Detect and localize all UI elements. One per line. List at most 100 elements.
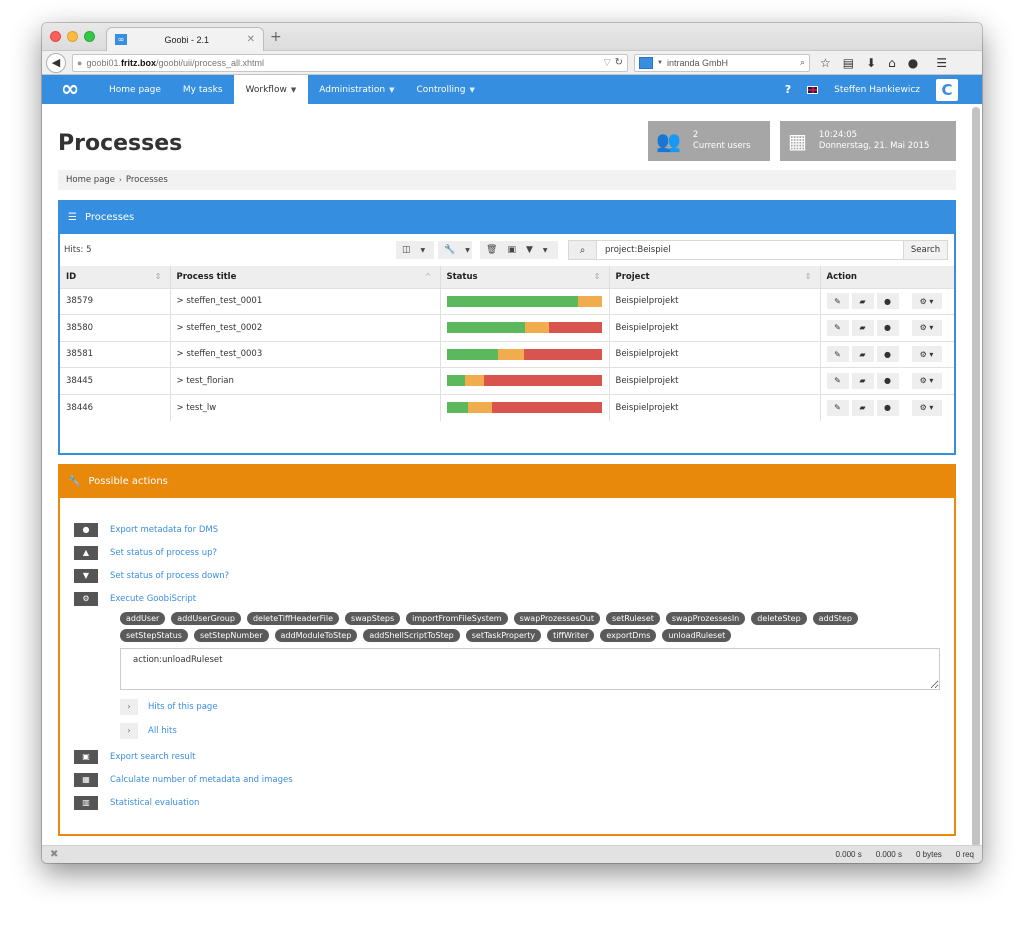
- action-row[interactable]: ▣ Export search result: [74, 745, 940, 768]
- goobiscript-command-badge[interactable]: addModuleToStep: [274, 629, 358, 642]
- menu-icon[interactable]: ☰: [936, 56, 947, 70]
- home-icon[interactable]: ⌂: [888, 56, 896, 70]
- breadcrumb-home[interactable]: Home page: [66, 175, 115, 185]
- action-link[interactable]: Calculate number of metadata and images: [110, 775, 293, 785]
- goobiscript-textarea[interactable]: action:unloadRuleset: [120, 648, 940, 690]
- goobiscript-command-badge[interactable]: exportDms: [600, 629, 657, 642]
- gear-dropdown-icon[interactable]: ⚙ ▾: [911, 399, 942, 416]
- edit-icon[interactable]: ✎: [826, 399, 849, 416]
- magnifier-icon[interactable]: ⌕: [800, 57, 805, 68]
- globe-icon[interactable]: ●: [876, 346, 899, 363]
- action-link[interactable]: Export metadata for DMS: [110, 525, 218, 535]
- goobiscript-command-badge[interactable]: addUser: [120, 612, 166, 625]
- goobiscript-command-badge[interactable]: addStep: [812, 612, 858, 625]
- help-icon[interactable]: ?: [785, 83, 791, 96]
- goobiscript-command-badge[interactable]: swapProzessesIn: [665, 612, 746, 625]
- column-header-project[interactable]: Project ⇕: [609, 266, 821, 288]
- process-title[interactable]: > steffen_test_0003: [170, 340, 441, 368]
- action-row[interactable]: ▼ Set status of process down?: [74, 564, 940, 587]
- save-icon[interactable]: ▣: [507, 245, 516, 255]
- goobiscript-command-badge[interactable]: deleteTiffHeaderFile: [246, 612, 340, 625]
- nav-controlling[interactable]: Controlling ▼: [405, 75, 485, 104]
- search-engine-logo-icon[interactable]: [639, 56, 653, 69]
- action-link[interactable]: Set status of process up?: [110, 548, 217, 558]
- goobiscript-command-badge[interactable]: unloadRuleset: [662, 629, 732, 642]
- url-field[interactable]: ● goobi01.fritz.box/goobi/uii/process_al…: [72, 53, 628, 72]
- goobi-logo-icon[interactable]: ∞: [42, 75, 98, 104]
- globe-icon[interactable]: ●: [876, 399, 899, 416]
- process-title[interactable]: > test_lw: [170, 393, 441, 421]
- goobiscript-command-badge[interactable]: tiffWriter: [547, 629, 595, 642]
- maximize-window-button[interactable]: [84, 31, 95, 42]
- column-header-id[interactable]: ID ⇕: [60, 266, 171, 288]
- gear-dropdown-icon[interactable]: ⚙ ▾: [911, 293, 942, 310]
- reading-list-icon[interactable]: ▤: [843, 56, 854, 70]
- action-row[interactable]: ⚙ Execute GoobiScript: [74, 587, 940, 610]
- gear-dropdown-icon[interactable]: ⚙ ▾: [911, 319, 942, 336]
- nav-my-tasks[interactable]: My tasks: [172, 75, 234, 104]
- nav-home-page[interactable]: Home page: [98, 75, 172, 104]
- browser-search-field[interactable]: ▼ intranda GmbH ⌕: [634, 53, 810, 72]
- english-flag-icon[interactable]: [807, 85, 819, 94]
- reload-icon[interactable]: ↻: [615, 57, 623, 68]
- globe-icon[interactable]: ●: [876, 372, 899, 389]
- user-avatar[interactable]: C: [936, 78, 958, 101]
- book-icon[interactable]: ▰: [851, 372, 874, 389]
- filter-icon[interactable]: ▼: [526, 245, 533, 255]
- chat-icon[interactable]: ●: [908, 56, 918, 70]
- close-statusbar-icon[interactable]: ✖: [50, 849, 58, 860]
- edit-icon[interactable]: ✎: [826, 293, 849, 310]
- run-on-page-hits[interactable]: › Hits of this page: [120, 696, 940, 717]
- book-icon[interactable]: ▰: [851, 293, 874, 310]
- book-icon[interactable]: ▰: [851, 346, 874, 363]
- process-title[interactable]: > steffen_test_0002: [170, 314, 441, 341]
- download-icon[interactable]: ⬇: [866, 56, 876, 70]
- caret-down-icon[interactable]: ▼: [543, 247, 548, 254]
- hits-of-this-page-link[interactable]: Hits of this page: [148, 702, 218, 712]
- back-button[interactable]: ◀: [46, 52, 66, 73]
- star-icon[interactable]: ☆: [820, 56, 831, 70]
- goobiscript-command-badge[interactable]: importFromFileSystem: [406, 612, 508, 625]
- tools-dropdown-button[interactable]: 🔧 ▼: [438, 241, 472, 259]
- action-link[interactable]: Set status of process down?: [110, 571, 229, 581]
- search-button[interactable]: Search: [903, 241, 947, 259]
- trash-icon[interactable]: 🗑: [486, 245, 497, 255]
- run-on-all-hits[interactable]: › All hits: [120, 720, 940, 741]
- edit-icon[interactable]: ✎: [826, 319, 849, 336]
- book-icon[interactable]: ▰: [851, 319, 874, 336]
- globe-icon[interactable]: ●: [876, 319, 899, 336]
- search-input[interactable]: [597, 241, 903, 259]
- goobiscript-command-badge[interactable]: setRuleset: [606, 612, 660, 625]
- column-header-title[interactable]: Process title ^: [170, 266, 441, 288]
- globe-icon[interactable]: ●: [876, 293, 899, 310]
- all-hits-link[interactable]: All hits: [148, 726, 177, 736]
- columns-dropdown-button[interactable]: ◫ ▼: [396, 241, 434, 259]
- goobiscript-command-badge[interactable]: swapProzessesOut: [513, 612, 601, 625]
- action-link[interactable]: Export search result: [110, 752, 196, 762]
- nav-workflow[interactable]: Workflow ▼: [233, 75, 309, 104]
- goobiscript-command-badge[interactable]: swapSteps: [345, 612, 401, 625]
- goobiscript-command-badge[interactable]: setTaskProperty: [465, 629, 542, 642]
- dropdown-arrow-icon[interactable]: ▽: [604, 57, 611, 68]
- column-header-status[interactable]: Status ⇕: [440, 266, 610, 288]
- goobiscript-command-badge[interactable]: setStepStatus: [120, 629, 188, 642]
- edit-icon[interactable]: ✎: [826, 346, 849, 363]
- tab-close-icon[interactable]: ✕: [247, 34, 255, 45]
- action-row[interactable]: ▲ Set status of process up?: [74, 541, 940, 564]
- action-row[interactable]: ● Export metadata for DMS: [74, 518, 940, 541]
- user-name[interactable]: Steffen Hankiewicz: [834, 85, 920, 95]
- browser-tab[interactable]: ∞ Goobi - 2.1 ✕: [106, 27, 264, 51]
- goobiscript-command-badge[interactable]: addUserGroup: [171, 612, 241, 625]
- close-window-button[interactable]: [50, 31, 61, 42]
- gear-dropdown-icon[interactable]: ⚙ ▾: [911, 372, 942, 389]
- page-scrollbar[interactable]: [972, 107, 980, 847]
- goobiscript-command-badge[interactable]: addShellScriptToStep: [363, 629, 460, 642]
- action-link[interactable]: Statistical evaluation: [110, 798, 199, 808]
- process-title[interactable]: > steffen_test_0001: [170, 287, 441, 315]
- action-row[interactable]: ▥ Statistical evaluation: [74, 791, 940, 814]
- process-title[interactable]: > test_florian: [170, 367, 441, 394]
- goobiscript-command-badge[interactable]: setStepNumber: [193, 629, 269, 642]
- action-row[interactable]: ▦ Calculate number of metadata and image…: [74, 768, 940, 791]
- gear-dropdown-icon[interactable]: ⚙ ▾: [911, 346, 942, 363]
- minimize-window-button[interactable]: [67, 31, 78, 42]
